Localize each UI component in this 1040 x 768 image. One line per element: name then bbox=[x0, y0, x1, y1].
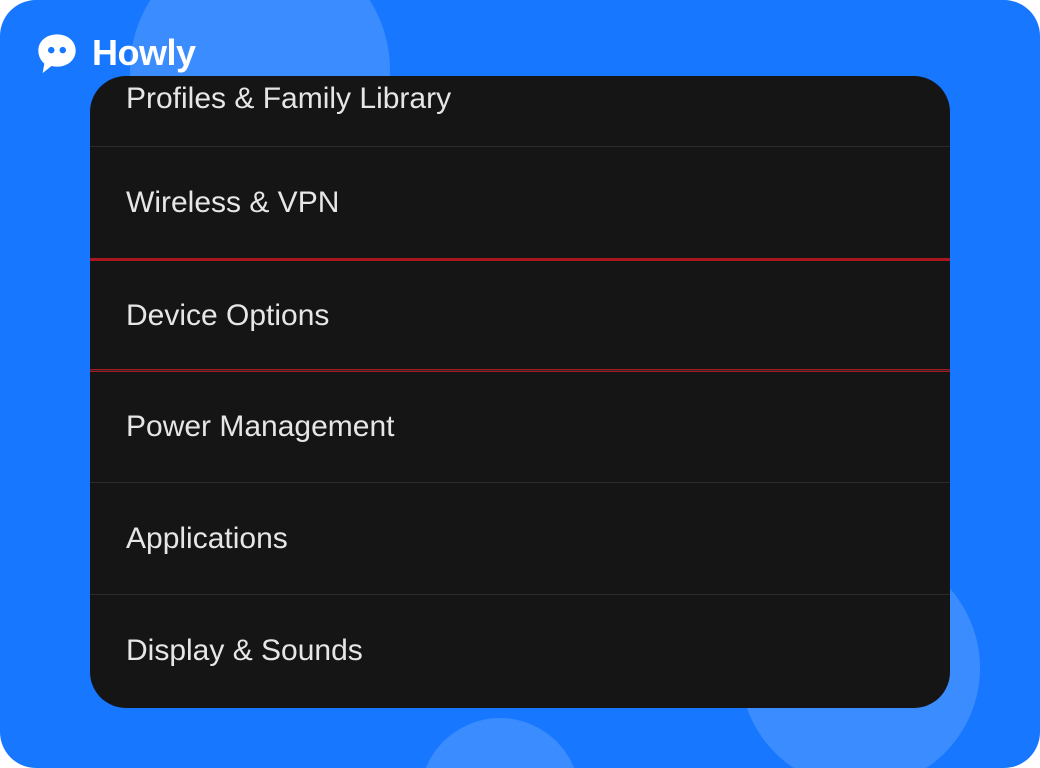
settings-panel: Profiles & Family Library Wireless & VPN… bbox=[90, 76, 950, 708]
background-blob bbox=[420, 718, 580, 768]
settings-item-label: Power Management bbox=[126, 410, 394, 444]
owl-icon bbox=[34, 30, 80, 76]
brand-name: Howly bbox=[92, 35, 196, 71]
settings-item-power-management[interactable]: Power Management bbox=[90, 370, 950, 482]
settings-item-display-sounds[interactable]: Display & Sounds bbox=[90, 594, 950, 674]
settings-item-applications[interactable]: Applications bbox=[90, 482, 950, 594]
settings-item-label: Applications bbox=[126, 522, 288, 556]
brand-logo: Howly bbox=[34, 30, 196, 76]
settings-item-label: Display & Sounds bbox=[126, 634, 363, 668]
settings-item-label: Device Options bbox=[126, 299, 329, 333]
settings-item-label: Profiles & Family Library bbox=[126, 82, 451, 116]
stage: Howly Profiles & Family Library Wireless… bbox=[0, 0, 1040, 768]
settings-item-wireless-vpn[interactable]: Wireless & VPN bbox=[90, 146, 950, 258]
settings-item-label: Wireless & VPN bbox=[126, 186, 339, 220]
settings-list: Profiles & Family Library Wireless & VPN… bbox=[90, 76, 950, 708]
settings-item-device-options[interactable]: Device Options bbox=[90, 258, 950, 370]
settings-item-profiles-family-library[interactable]: Profiles & Family Library bbox=[90, 76, 950, 146]
